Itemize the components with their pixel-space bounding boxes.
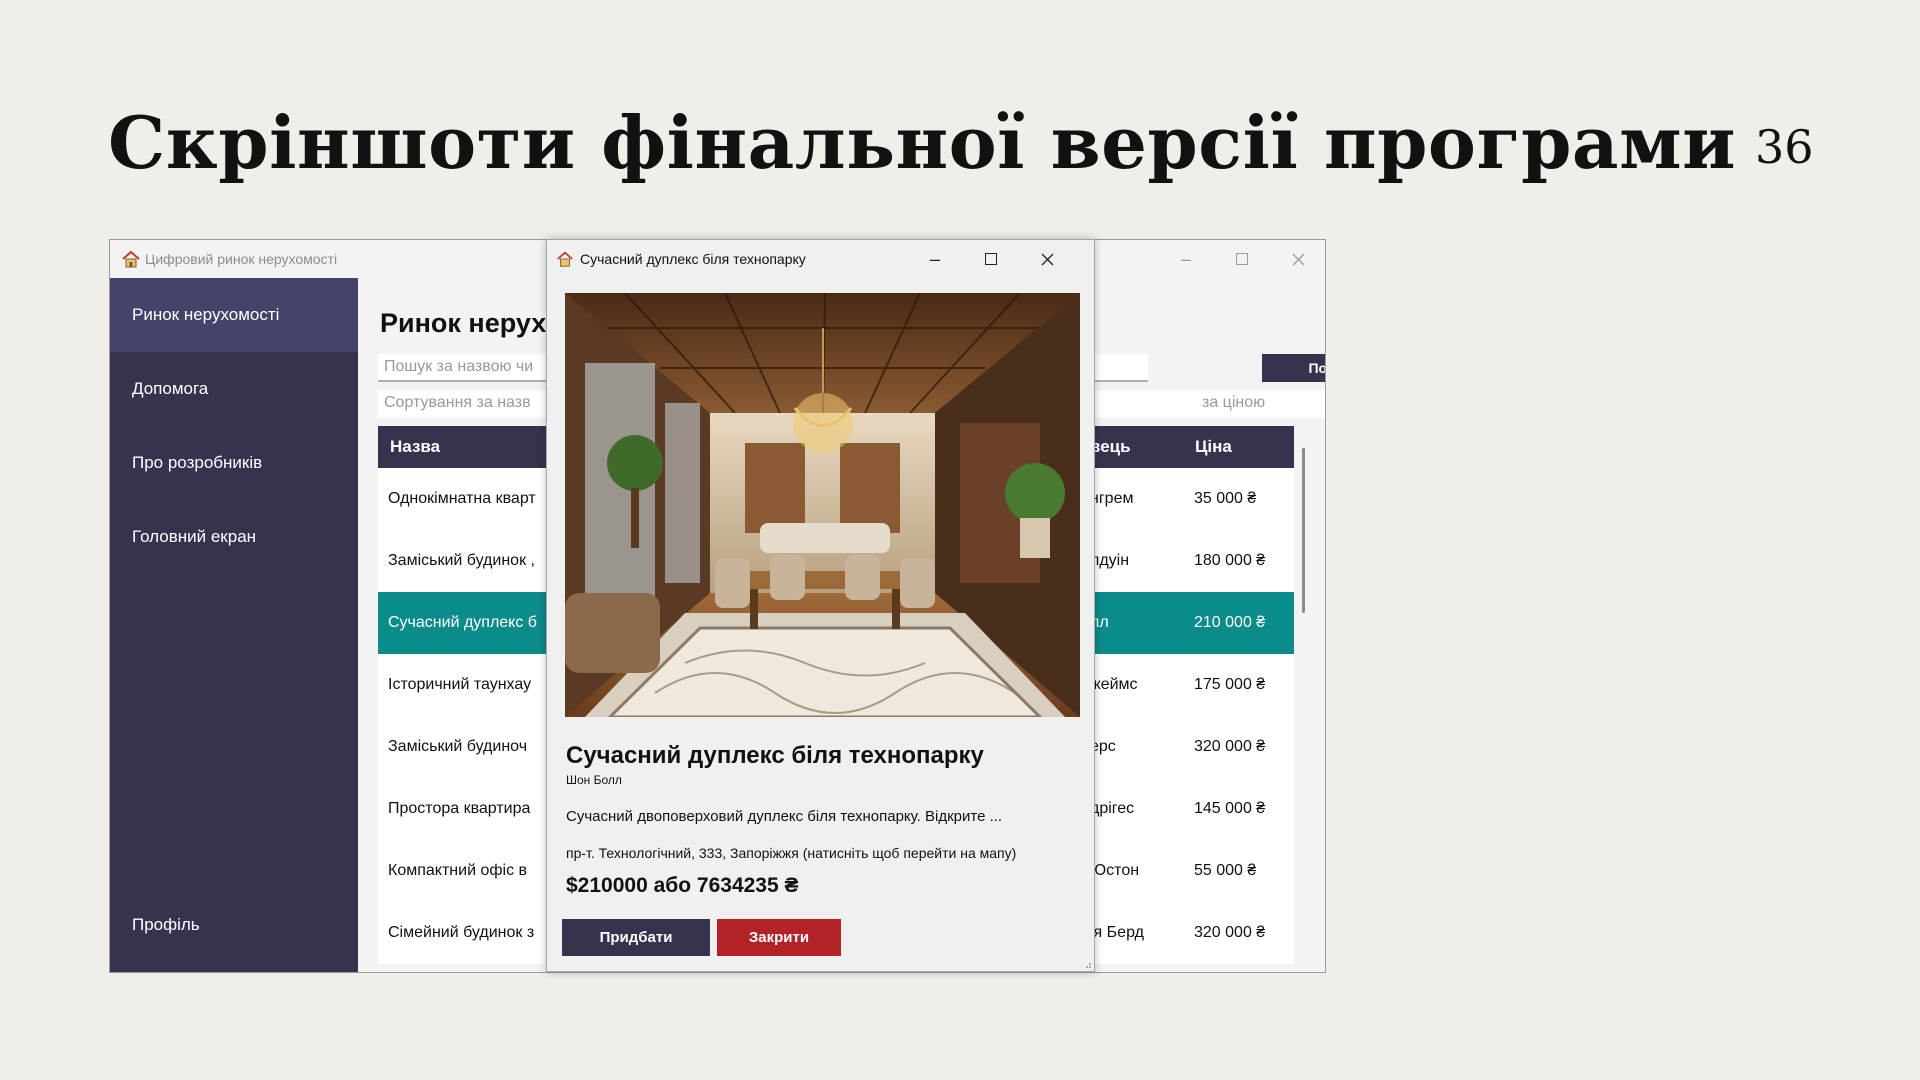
maximize-icon[interactable] xyxy=(1214,240,1270,278)
property-price: $210000 або 7634235 ₴ xyxy=(566,874,799,897)
row-name: Історичний таунхау xyxy=(388,676,532,693)
maximize-icon[interactable] xyxy=(963,240,1019,278)
dialog-titlebar: Сучасний дуплекс біля технопарку – xyxy=(547,240,1094,278)
minimize-icon[interactable]: – xyxy=(1158,240,1214,278)
row-seller: лдуін xyxy=(1090,552,1130,569)
row-name: Простора квартира xyxy=(388,800,531,817)
column-header-seller[interactable]: вець xyxy=(1090,426,1131,468)
property-photo xyxy=(565,293,1080,717)
row-seller: жеймс xyxy=(1090,676,1138,693)
row-price: 320 000 ₴ xyxy=(1194,738,1266,755)
close-button[interactable]: Закрити xyxy=(717,919,841,956)
row-name: Сімейний будинок з xyxy=(388,924,535,941)
row-name: Компактний офіс в xyxy=(388,862,528,879)
property-detail-dialog: Сучасний дуплекс біля технопарку – Сучас… xyxy=(546,239,1095,972)
slide-title: Скріншоти фінальної версії програми xyxy=(108,100,1737,185)
property-description: Сучасний двоповерховий дуплекс біля техн… xyxy=(566,808,1003,825)
sort-price-select[interactable]: за ціною xyxy=(1058,390,1325,418)
row-name: Заміський будиноч xyxy=(388,738,528,755)
property-address-link[interactable]: пр-т. Технологічний, 333, Запоріжжя (нат… xyxy=(566,845,1016,861)
property-title: Сучасний дуплекс біля технопарку xyxy=(566,742,984,769)
minimize-icon[interactable]: – xyxy=(907,240,963,278)
row-seller: Юстон xyxy=(1090,862,1140,879)
main-window-title: Цифровий ринок нерухомості xyxy=(145,251,338,267)
column-header-price[interactable]: Ціна xyxy=(1195,426,1232,468)
row-seller: нгрем xyxy=(1090,490,1134,507)
row-price: 180 000 ₴ xyxy=(1194,552,1266,569)
slide-number: 36 xyxy=(1755,120,1814,174)
row-name: Заміський будинок , xyxy=(388,552,535,569)
sidebar-item-profile[interactable]: Профіль xyxy=(110,888,358,962)
close-icon[interactable] xyxy=(1270,240,1325,278)
row-name: Однокімнатна кварт xyxy=(388,490,536,507)
page-title: Ринок нерух xyxy=(380,308,547,338)
row-price: 35 000 ₴ xyxy=(1194,490,1257,507)
sidebar: Ринок нерухомості Допомога Про розробник… xyxy=(110,278,358,972)
search-button[interactable]: Пошук xyxy=(1262,354,1325,382)
table-scrollbar[interactable] xyxy=(1302,448,1305,613)
row-seller: дрігес xyxy=(1090,800,1135,817)
row-price: 55 000 ₴ xyxy=(1194,862,1257,879)
buy-button[interactable]: Придбати xyxy=(562,919,710,956)
row-price: 320 000 ₴ xyxy=(1194,924,1266,941)
property-owner: Шон Болл xyxy=(566,773,622,787)
sidebar-item-help[interactable]: Допомога xyxy=(110,352,358,426)
row-price: 210 000 ₴ xyxy=(1194,614,1266,631)
row-price: 145 000 ₴ xyxy=(1194,800,1266,817)
column-header-name[interactable]: Назва xyxy=(390,426,440,468)
resize-grip-icon[interactable] xyxy=(1082,959,1092,969)
house-icon xyxy=(122,250,140,268)
dialog-title: Сучасний дуплекс біля технопарку xyxy=(580,251,806,267)
row-seller: ія Берд xyxy=(1090,924,1144,941)
sidebar-item-market[interactable]: Ринок нерухомості xyxy=(110,278,358,352)
sort-price-label: за ціною xyxy=(1202,394,1266,411)
sidebar-item-home[interactable]: Головний екран xyxy=(110,500,358,574)
close-icon[interactable] xyxy=(1019,240,1075,278)
row-name: Сучасний дуплекс б xyxy=(388,614,537,631)
house-icon xyxy=(557,251,573,267)
sidebar-item-developers[interactable]: Про розробників xyxy=(110,426,358,500)
row-price: 175 000 ₴ xyxy=(1194,676,1266,693)
